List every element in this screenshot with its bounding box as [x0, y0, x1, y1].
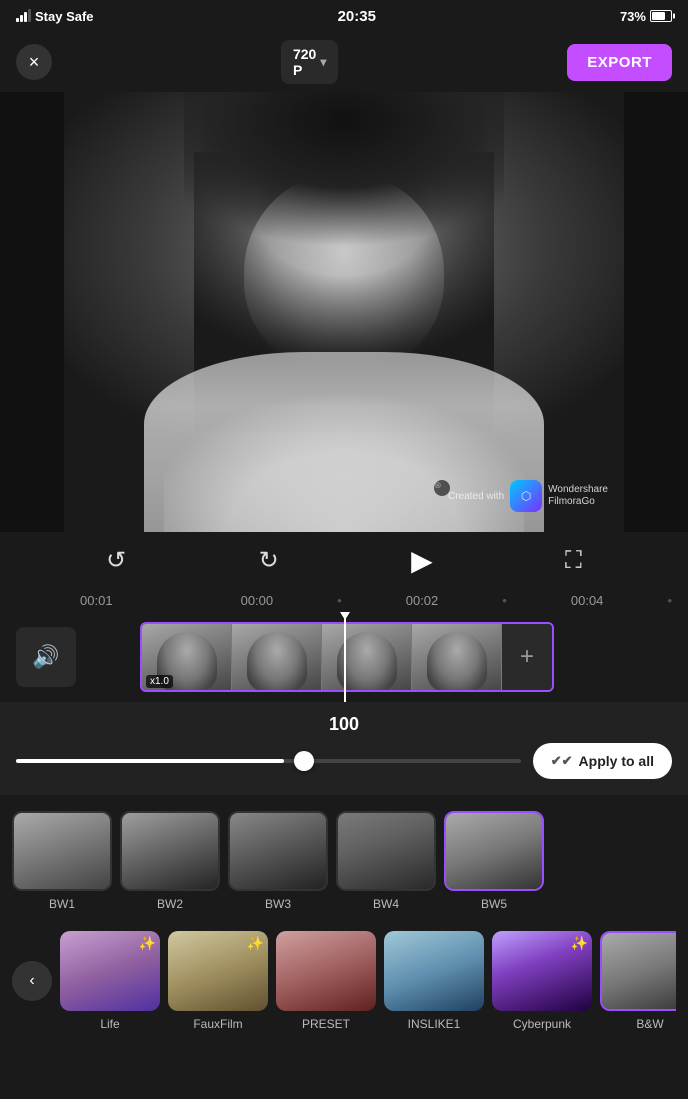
back-button[interactable]: ‹ — [12, 961, 52, 1001]
filter-section: BW1 BW2 BW3 BW4 BW5 — [0, 795, 688, 1051]
quality-selector[interactable]: 720P ▾ — [281, 40, 338, 84]
filter-row-1: BW1 BW2 BW3 BW4 BW5 — [12, 811, 676, 919]
filter-item-bw1[interactable]: BW1 — [12, 811, 112, 911]
video-frame: ⊗ Created with ⬡ WondershareFilmoraGo — [64, 92, 624, 532]
time-label: 20:35 — [338, 8, 376, 25]
ruler-dot-3: • — [667, 593, 672, 608]
filmora-logo-icon: ⬡ — [510, 480, 542, 512]
filter-thumb-preset[interactable] — [276, 931, 376, 1011]
battery-percent: 73% — [620, 9, 646, 24]
filter-label-fauxfilm: FauxFilm — [193, 1017, 242, 1031]
battery-icon — [650, 10, 672, 22]
status-left: Stay Safe — [16, 9, 94, 24]
filter-thumb-bw[interactable]: ✨ — [600, 931, 676, 1011]
ruler-mark-0: 00:01 — [16, 593, 177, 608]
filter-item-fauxfilm[interactable]: ✨ FauxFilm — [168, 931, 268, 1031]
undo-button[interactable]: ↺ — [106, 546, 126, 575]
filter-item-bw4[interactable]: BW4 — [336, 811, 436, 911]
filter-thumb-bw5[interactable] — [444, 811, 544, 891]
apply-to-all-button[interactable]: ✔✔ Apply to all — [533, 743, 672, 779]
speed-badge: x1.0 — [146, 675, 173, 688]
filter-label-bw4: BW4 — [373, 897, 399, 911]
playhead — [344, 612, 346, 702]
chevron-down-icon: ▾ — [320, 55, 326, 69]
audio-track-icon: 🔊 — [16, 627, 76, 687]
watermark: ⊗ Created with ⬡ WondershareFilmoraGo — [426, 480, 608, 512]
ruler-mark-2: 00:02 — [342, 593, 503, 608]
export-button[interactable]: EXPORT — [567, 44, 672, 81]
ruler-mark-3: 00:04 — [507, 593, 668, 608]
strip-frame-1: x1.0 — [142, 622, 232, 692]
top-toolbar: × 720P ▾ EXPORT — [0, 32, 688, 92]
strip-frame-3 — [322, 622, 412, 692]
filter-item-bw5[interactable]: BW5 — [444, 811, 544, 911]
video-strip[interactable]: x1.0 + — [140, 622, 554, 692]
status-right: 73% — [620, 9, 672, 24]
filter-item-preset[interactable]: PRESET — [276, 931, 376, 1031]
sparkle-icon: ✨ — [139, 935, 156, 952]
video-preview: ⊗ Created with ⬡ WondershareFilmoraGo — [0, 92, 688, 532]
strip-frame-2 — [232, 622, 322, 692]
play-button[interactable]: ▶ — [411, 544, 433, 577]
carrier-label: Stay Safe — [35, 9, 94, 24]
filter-label-bw1: BW1 — [49, 897, 75, 911]
signal-icon — [16, 10, 31, 22]
filter-item-life[interactable]: ✨ Life — [60, 931, 160, 1031]
filter-thumb-fauxfilm[interactable]: ✨ — [168, 931, 268, 1011]
filter-thumb-bw3[interactable] — [228, 811, 328, 891]
filter-thumb-bw2[interactable] — [120, 811, 220, 891]
add-clip-button[interactable]: + — [502, 622, 552, 692]
intensity-slider[interactable] — [16, 759, 521, 763]
filter-label-inslike1: INSLIKE1 — [408, 1017, 461, 1031]
slider-thumb[interactable] — [294, 751, 314, 771]
close-button[interactable]: × — [16, 44, 52, 80]
filter-label-bw2: BW2 — [157, 897, 183, 911]
sparkle-icon-faux: ✨ — [247, 935, 264, 952]
filter-item-inslike1[interactable]: INSLIKE1 — [384, 931, 484, 1031]
playback-controls: ↺ ↻ ▶ ⛶ — [0, 532, 688, 589]
intensity-panel: 100 ✔✔ Apply to all — [0, 702, 688, 795]
ruler-mark-1: 00:00 — [177, 593, 338, 608]
strip-frame-4 — [412, 622, 502, 692]
fullscreen-button[interactable]: ⛶ — [565, 547, 582, 575]
redo-button[interactable]: ↻ — [259, 546, 279, 575]
filter-label-bw: B&W — [636, 1017, 663, 1031]
filter-item-bw2[interactable]: BW2 — [120, 811, 220, 911]
filter-row-2: ‹ ✨ Life ✨ FauxFilm PRESET IN — [12, 931, 676, 1035]
filter-thumb-bw4[interactable] — [336, 811, 436, 891]
intensity-slider-row: ✔✔ Apply to all — [16, 743, 672, 779]
filter-label-bw3: BW3 — [265, 897, 291, 911]
filter-item-bw3[interactable]: BW3 — [228, 811, 328, 911]
filmora-name: WondershareFilmoraGo — [548, 484, 608, 508]
filter-thumb-life[interactable]: ✨ — [60, 931, 160, 1011]
timeline-area: 🔊 x1.0 + — [0, 612, 688, 702]
intensity-value: 100 — [16, 714, 672, 735]
apply-check-icon: ✔✔ — [551, 753, 573, 769]
timeline-ruler: 00:01 00:00 • 00:02 • 00:04 • — [0, 589, 688, 612]
filter-label-preset: PRESET — [302, 1017, 350, 1031]
status-bar: Stay Safe 20:35 73% — [0, 0, 688, 32]
slider-fill — [16, 759, 284, 763]
sparkle-icon-cyber: ✨ — [571, 935, 588, 952]
apply-all-label: Apply to all — [579, 753, 654, 769]
filter-label-cyberpunk: Cyberpunk — [513, 1017, 571, 1031]
quality-label: 720P — [293, 46, 316, 78]
speaker-icon: 🔊 — [32, 644, 59, 670]
filter-thumb-inslike1[interactable] — [384, 931, 484, 1011]
watermark-text: Created with — [448, 491, 504, 502]
filter-thumb-bw1[interactable] — [12, 811, 112, 891]
filter-item-bw[interactable]: ✨ B&W — [600, 931, 676, 1031]
filter-label-bw5: BW5 — [481, 897, 507, 911]
filter-thumb-cyberpunk[interactable]: ✨ — [492, 931, 592, 1011]
filter-label-life: Life — [100, 1017, 119, 1031]
filter-item-cyberpunk[interactable]: ✨ Cyberpunk — [492, 931, 592, 1031]
